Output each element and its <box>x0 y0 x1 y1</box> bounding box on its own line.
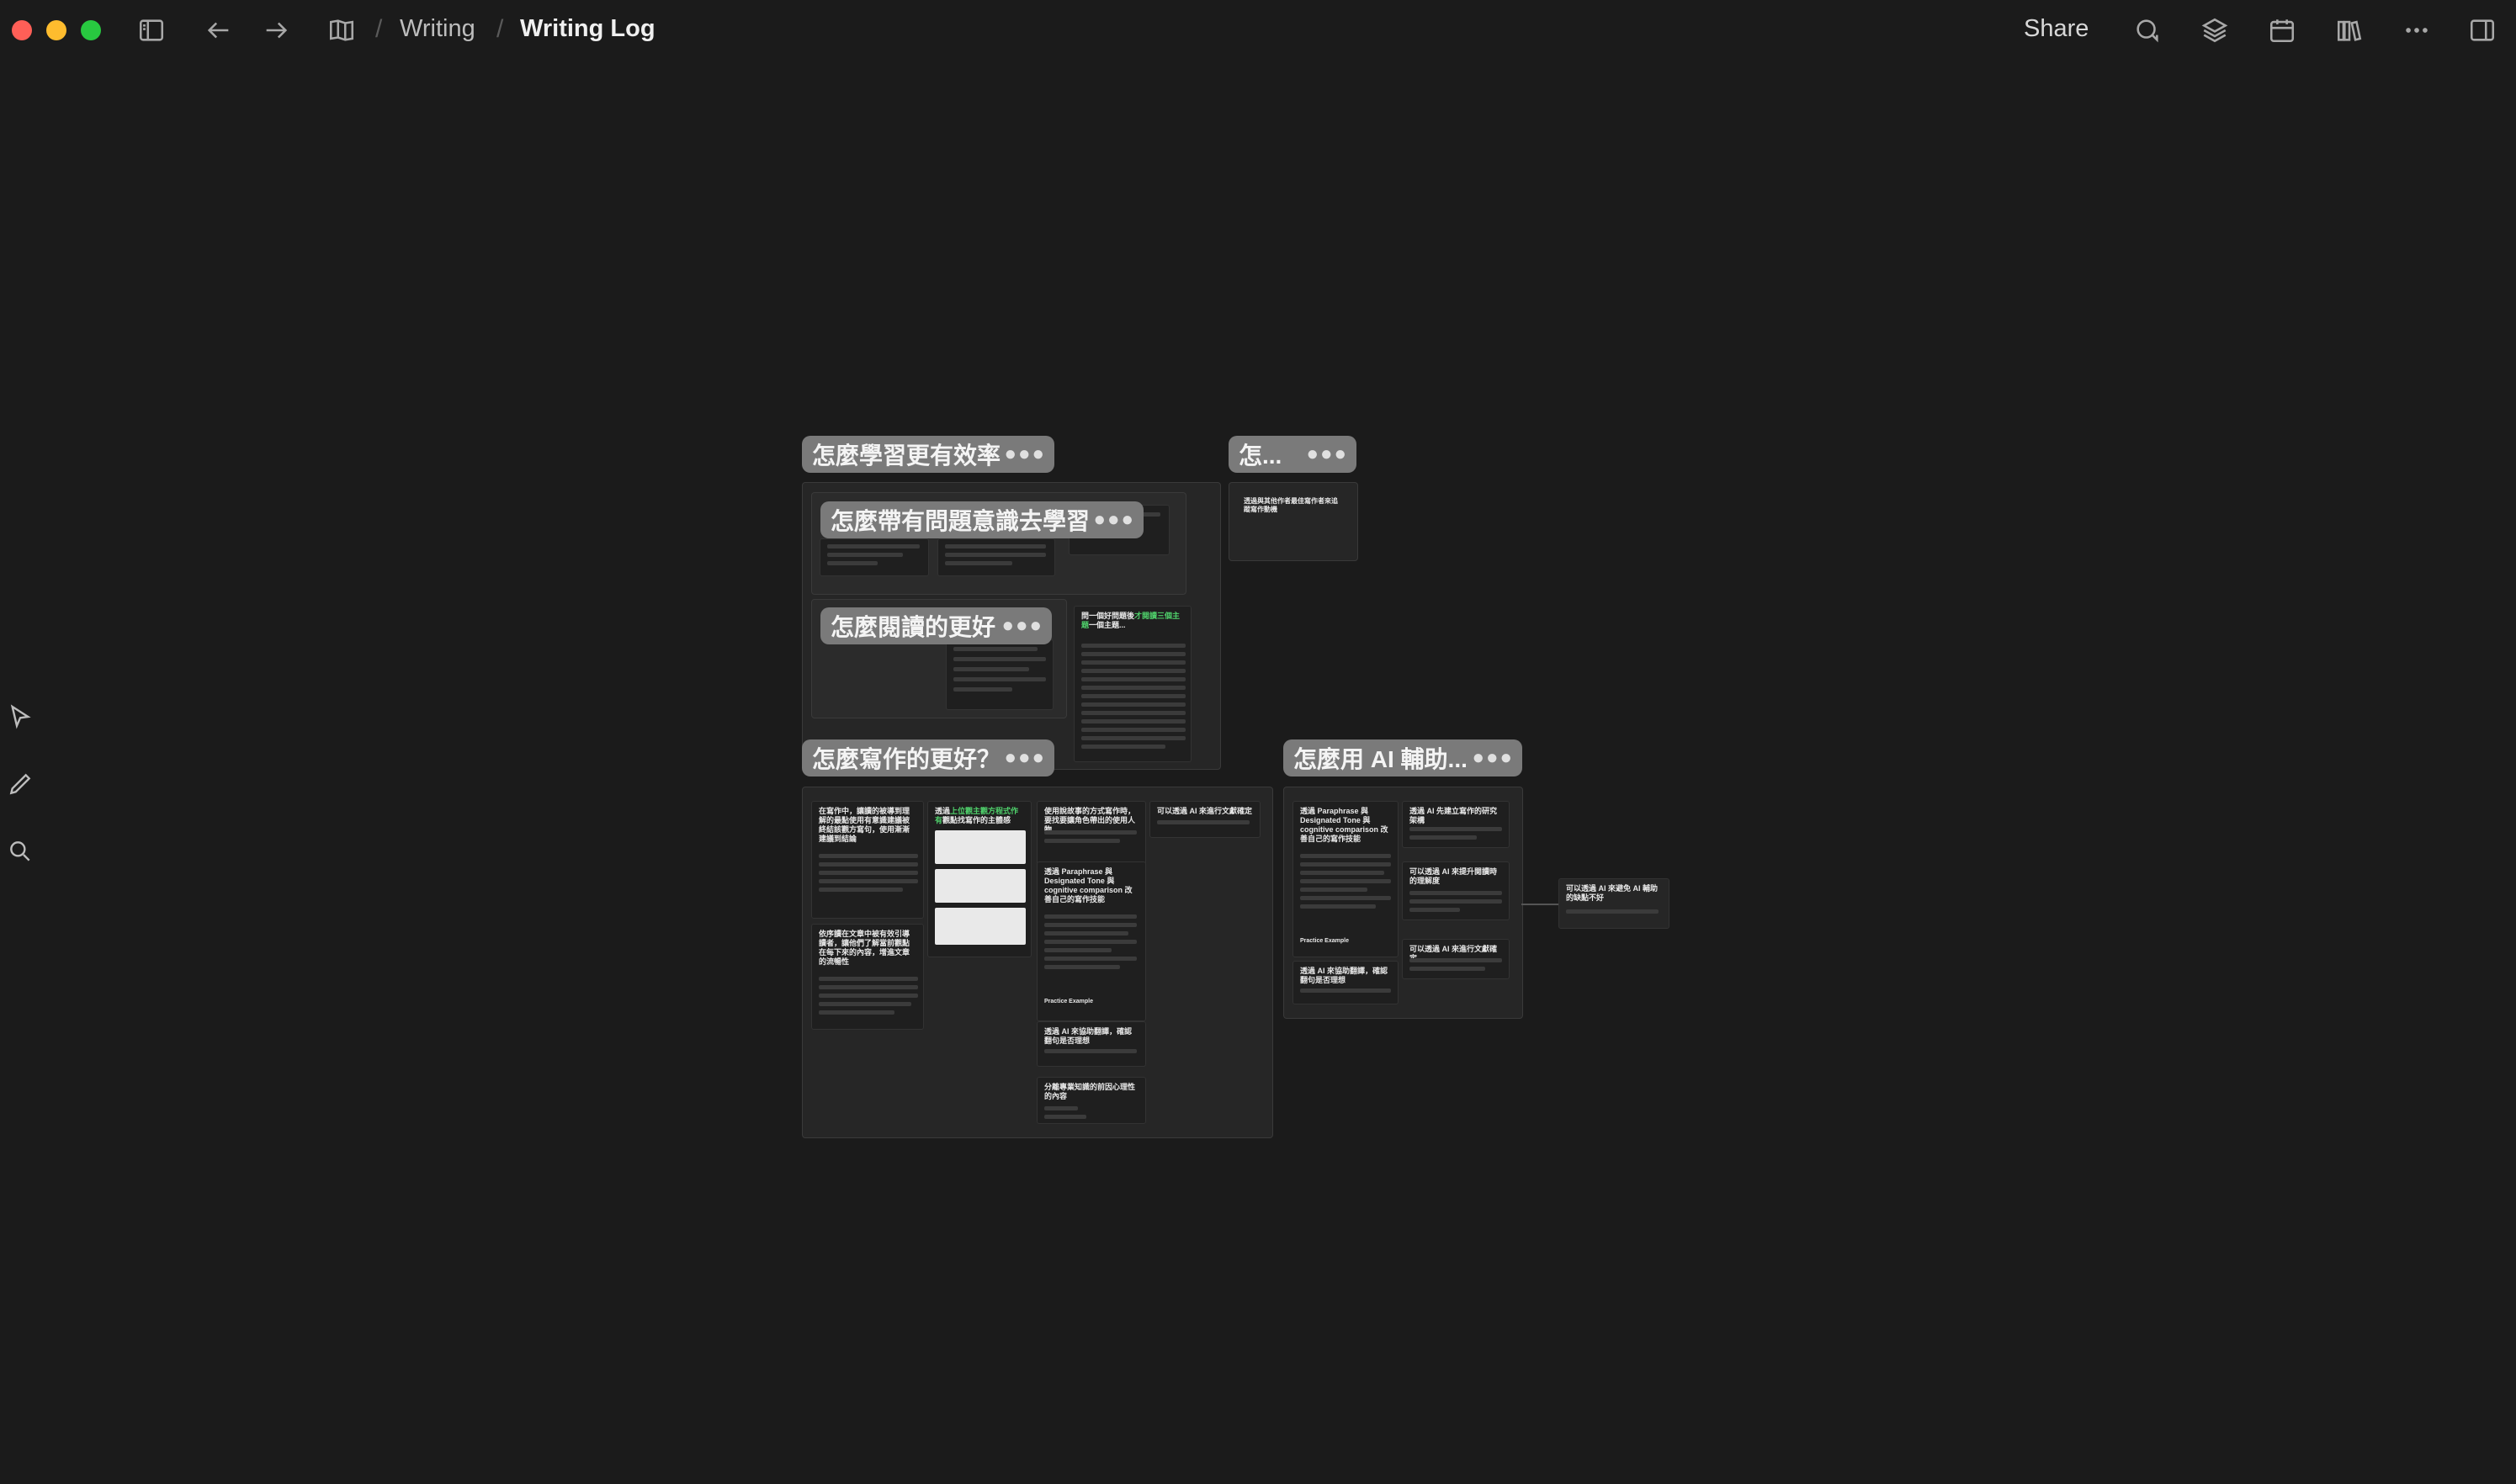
note-card-title: 透過上位觀主觀方程式作有觀點找寫作的主體感 <box>935 807 1019 824</box>
subgroup-title-text: 怎麼帶有問題意識去學習 <box>831 508 1091 534</box>
subgroup-title-reading[interactable]: 怎麼閱讀的更好 ●●● <box>820 607 1052 644</box>
layers-icon[interactable] <box>2195 10 2235 50</box>
group-title-text: 怎... <box>1239 443 1282 469</box>
note-card[interactable]: 透過 AI 來協助翻譯，確認翻句是否理想 <box>1293 961 1399 1004</box>
note-card[interactable]: 可以透過 AI 來進行文獻確定 <box>1402 939 1510 979</box>
note-card-title: 可以透過 AI 來避免 AI 輔助的缺點不好 <box>1566 884 1659 902</box>
note-card-title: 依序讀在文章中被有效引導讀者，讓他們了解當前觀點在每下來的內容，增進文章的流暢性 <box>819 930 910 966</box>
screenshot-thumbnail <box>935 908 1026 945</box>
sidebar-left-icon[interactable] <box>131 10 172 50</box>
pen-icon[interactable] <box>3 767 37 801</box>
more-options-icon[interactable] <box>2397 10 2437 50</box>
minimize-window-button[interactable] <box>46 20 66 40</box>
note-card[interactable]: 透過 AI 先建立寫作的研究架構 <box>1402 801 1510 848</box>
back-arrow-icon[interactable] <box>199 10 239 50</box>
note-card-title: 透過 Paraphrase 與 Designated Tone 與 cognit… <box>1300 807 1388 843</box>
note-card-title: 可以透過 AI 來進行文獻確定 <box>1157 807 1253 815</box>
group-title-text: 怎麼寫作的更好？ <box>812 746 1001 772</box>
connector-edge <box>1521 904 1558 905</box>
note-card[interactable]: 透過與其他作者最佳寫作者來追蹤寫作動機 <box>1237 492 1348 551</box>
breadcrumb-current[interactable]: Writing Log <box>520 15 656 43</box>
note-card-title: 透過 AI 來協助翻譯，確認翻句是否理想 <box>1044 1027 1133 1045</box>
more-dots-icon[interactable]: ●●● <box>1002 614 1044 638</box>
note-card[interactable] <box>820 538 929 576</box>
breadcrumb-separator: / <box>496 15 504 43</box>
note-card-title: 透過 AI 來協助翻譯，確認翻句是否理想 <box>1300 967 1388 984</box>
chat-bubble-icon[interactable] <box>2127 10 2168 50</box>
library-icon[interactable] <box>2329 10 2370 50</box>
close-window-button[interactable] <box>12 20 32 40</box>
more-dots-icon[interactable]: ●●● <box>1005 443 1047 466</box>
note-card-title: 透過 AI 先建立寫作的研究架構 <box>1409 807 1498 824</box>
note-card-title: 問一個好問題後才閱讀三個主題一個主題... <box>1081 612 1181 629</box>
subgroup-title-questions[interactable]: 怎麼帶有問題意識去學習 ●●● <box>820 501 1144 538</box>
breadcrumb-folder[interactable]: Writing <box>400 15 475 43</box>
share-button[interactable]: Share <box>2024 15 2089 43</box>
more-dots-icon[interactable]: ●●● <box>1005 746 1047 770</box>
subgroup-title-text: 怎麼閱讀的更好 <box>831 614 996 640</box>
note-card-title: 透過 Paraphrase 與 Designated Tone 與 cognit… <box>1044 867 1133 904</box>
note-card[interactable]: 使用說故事的方式寫作時，要找要讓角色帶出的使用人物 <box>1037 801 1146 865</box>
open-book-icon[interactable] <box>321 10 362 50</box>
note-card-linked[interactable]: 可以透過 AI 來避免 AI 輔助的缺點不好 <box>1558 878 1669 929</box>
note-card-title: 分離專業知識的前因心理性的內容 <box>1044 1083 1136 1100</box>
practice-example-toggle[interactable]: Practice Example <box>1300 936 1349 946</box>
cursor-icon[interactable] <box>3 700 37 734</box>
note-card[interactable]: 可以透過 AI 來進行文獻確定 <box>1149 801 1261 838</box>
group-title-text: 怎麼學習更有效率 <box>812 443 1001 469</box>
note-card-images[interactable]: 透過上位觀主觀方程式作有觀點找寫作的主體感 <box>927 801 1032 957</box>
note-card[interactable]: 可以透過 AI 來提升閱讀時的理解度 <box>1402 861 1510 920</box>
note-card[interactable] <box>937 538 1055 576</box>
more-dots-icon[interactable]: ●●● <box>1307 443 1349 466</box>
note-card[interactable]: 透過 AI 來協助翻譯，確認翻句是否理想 <box>1037 1021 1146 1067</box>
group-title-collapsed[interactable]: 怎... ●●● <box>1229 436 1356 473</box>
more-dots-icon[interactable]: ●●● <box>1473 746 1515 770</box>
zoom-window-button[interactable] <box>81 20 101 40</box>
note-card[interactable]: 在寫作中，讓讀的被導到理解的最點使用有意識建議被終結該觀方寫句，使用漸漸建議到結… <box>811 801 924 919</box>
practice-example-toggle[interactable]: Practice Example <box>1044 997 1093 1006</box>
note-card-title: 透過與其他作者最佳寫作者來追蹤寫作動機 <box>1244 497 1338 513</box>
sidebar-right-icon[interactable] <box>2462 10 2503 50</box>
screenshot-thumbnail <box>935 869 1026 903</box>
note-card[interactable]: 分離專業知識的前因心理性的內容 <box>1037 1077 1146 1124</box>
screenshot-thumbnail <box>935 830 1026 864</box>
forward-arrow-icon[interactable] <box>256 10 296 50</box>
title-bar: / Writing / Writing Log Share <box>0 0 2516 61</box>
note-card[interactable]: 依序讀在文章中被有效引導讀者，讓他們了解當前觀點在每下來的內容，增進文章的流暢性 <box>811 924 924 1030</box>
breadcrumb-separator: / <box>375 15 383 43</box>
search-icon[interactable] <box>3 835 37 868</box>
group-title-ai[interactable]: 怎麼用 AI 輔助... ●●● <box>1283 739 1522 776</box>
more-dots-icon[interactable]: ●●● <box>1094 508 1136 532</box>
note-card[interactable] <box>946 639 1054 710</box>
note-card-question[interactable]: 問一個好問題後才閱讀三個主題一個主題... <box>1074 606 1192 762</box>
calendar-icon[interactable] <box>2262 10 2302 50</box>
group-title-learning[interactable]: 怎麼學習更有效率 ●●● <box>802 436 1054 473</box>
note-card-title: 在寫作中，讓讀的被導到理解的最點使用有意識建議被終結該觀方寫句，使用漸漸建議到結… <box>819 807 910 843</box>
group-title-writing[interactable]: 怎麼寫作的更好？ ●●● <box>802 739 1054 776</box>
note-card-title: 可以透過 AI 來提升閱讀時的理解度 <box>1409 867 1498 885</box>
group-title-text: 怎麼用 AI 輔助... <box>1293 746 1468 772</box>
note-card[interactable]: 透過 Paraphrase 與 Designated Tone 與 cognit… <box>1293 801 1399 957</box>
note-card[interactable]: 透過 Paraphrase 與 Designated Tone 與 cognit… <box>1037 861 1146 1021</box>
